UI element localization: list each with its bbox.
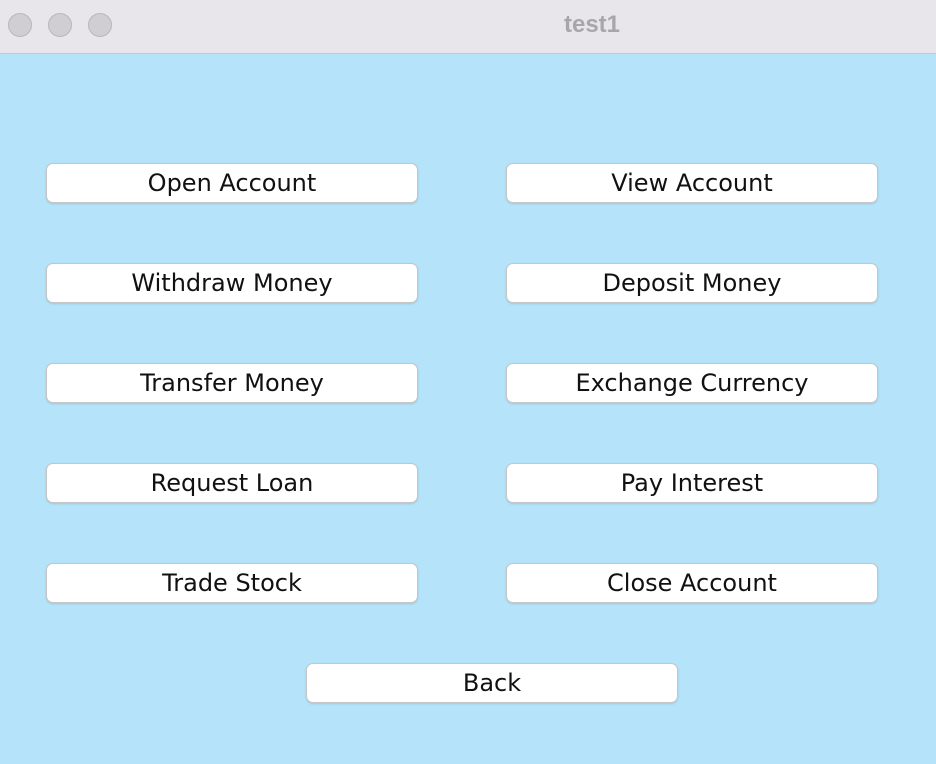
view-account-button[interactable]: View Account [506,163,878,203]
exchange-currency-button[interactable]: Exchange Currency [506,363,878,403]
window-title: test1 [563,11,621,38]
back-button[interactable]: Back [306,663,678,703]
title-bar: test1 [0,0,936,54]
deposit-money-button[interactable]: Deposit Money [506,263,878,303]
pay-interest-button[interactable]: Pay Interest [506,463,878,503]
open-account-button[interactable]: Open Account [46,163,418,203]
request-loan-button[interactable]: Request Loan [46,463,418,503]
close-account-button[interactable]: Close Account [506,563,878,603]
withdraw-money-button[interactable]: Withdraw Money [46,263,418,303]
transfer-money-button[interactable]: Transfer Money [46,363,418,403]
main-panel: Open Account View Account Withdraw Money… [0,54,936,764]
trade-stock-button[interactable]: Trade Stock [46,563,418,603]
app-window: test1 Open Account View Account Withdraw… [0,0,936,764]
